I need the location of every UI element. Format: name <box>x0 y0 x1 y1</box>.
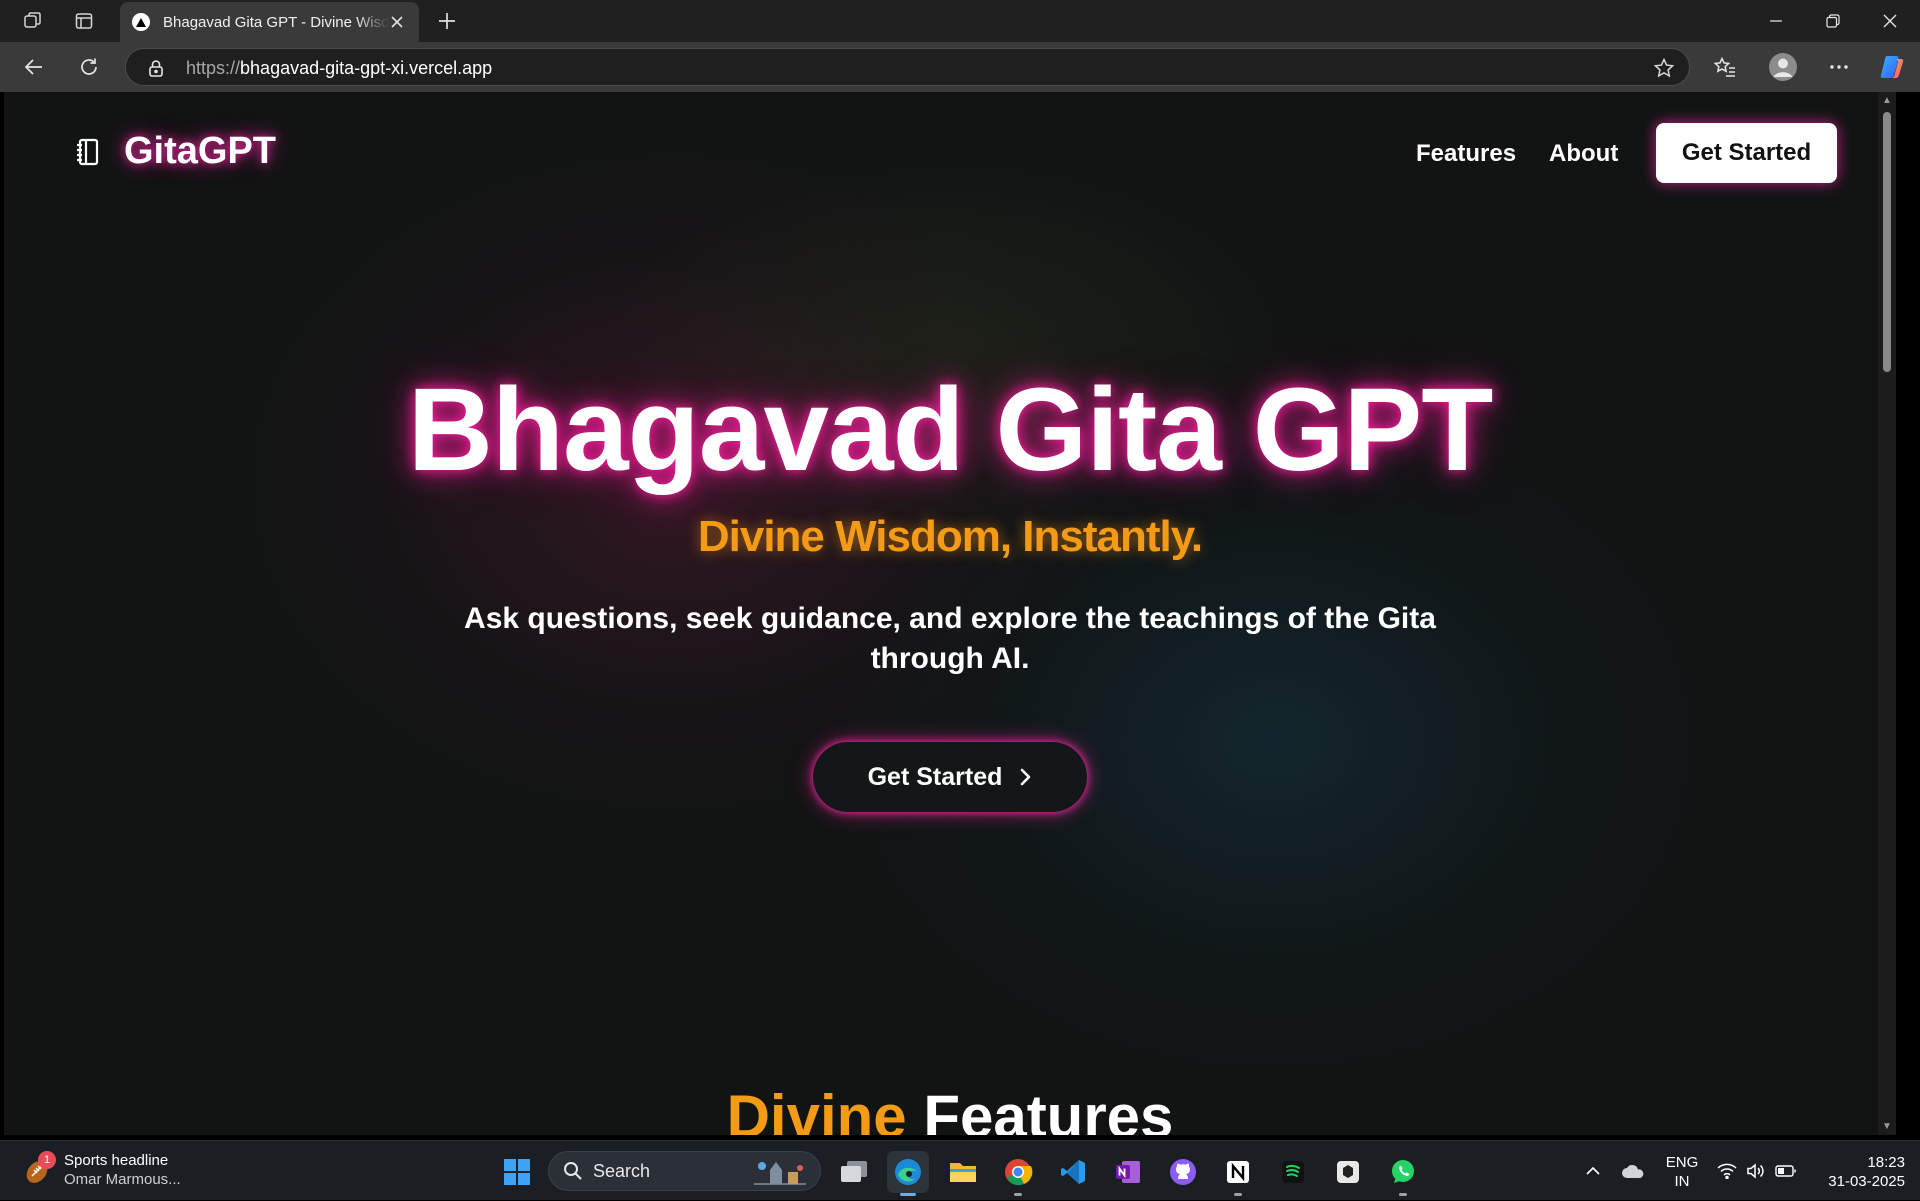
more-options-icon[interactable] <box>1821 50 1857 84</box>
favorite-star-icon[interactable] <box>1653 57 1675 79</box>
language-code: ENG <box>1665 1154 1699 1171</box>
task-view-icon[interactable] <box>833 1151 875 1193</box>
notion-icon[interactable] <box>1217 1151 1259 1196</box>
scroll-down-arrow-icon[interactable]: ▼ <box>1882 1121 1892 1132</box>
close-tab-icon[interactable] <box>387 12 407 32</box>
address-bar-row: https://bhagavad-gita-gpt-xi.vercel.app <box>0 42 1920 92</box>
url-text: https://bhagavad-gita-gpt-xi.vercel.app <box>186 58 493 78</box>
nav-link-about[interactable]: About <box>1549 140 1618 168</box>
onedrive-cloud-icon[interactable] <box>1618 1141 1648 1201</box>
show-hidden-icons-chevron-icon[interactable] <box>1580 1141 1606 1201</box>
chevron-right-icon <box>1018 767 1032 787</box>
back-arrow-icon[interactable] <box>17 50 51 84</box>
browser-tab-bar: Bhagavad Gita GPT - Divine Wisdom, Insta… <box>0 0 1920 42</box>
whatsapp-icon[interactable] <box>1382 1151 1424 1196</box>
windows-start-icon[interactable] <box>496 1151 538 1193</box>
news-headline: Sports headline <box>64 1152 169 1169</box>
volume-icon[interactable] <box>1744 1141 1768 1201</box>
clock-date: 31-03-2025 <box>1828 1173 1905 1190</box>
vertical-tabs-icon[interactable] <box>69 6 99 36</box>
news-subtext: Omar Marmous... <box>64 1171 181 1188</box>
input-language-indicator[interactable]: ENG IN <box>1664 1153 1700 1191</box>
browser-tab-active[interactable]: Bhagavad Gita GPT - Divine Wisdom, Insta… <box>120 2 419 42</box>
box-app-icon[interactable] <box>1327 1151 1369 1193</box>
copilot-icon[interactable] <box>1875 50 1911 84</box>
spotify-like-app-icon[interactable] <box>1272 1151 1314 1193</box>
news-text: Sports headline Omar Marmous... <box>64 1151 181 1189</box>
close-window-icon[interactable] <box>1862 0 1918 42</box>
hero-description: Ask questions, seek guidance, and explor… <box>464 602 1436 675</box>
scrollbar-thumb[interactable] <box>1883 112 1891 372</box>
news-widget[interactable]: 1 Sports headline Omar Marmous... <box>22 1151 181 1189</box>
new-tab-plus-icon[interactable] <box>432 6 462 36</box>
search-label: Search <box>593 1160 651 1181</box>
vscode-icon[interactable] <box>1052 1151 1094 1193</box>
vercel-favicon-icon <box>132 13 150 31</box>
brand-name: GitaGPT <box>124 130 277 172</box>
search-icon <box>564 1162 582 1180</box>
search-highlight-icon <box>754 1162 806 1185</box>
page-viewport[interactable]: GitaGPT Features About Get Started Bhaga… <box>4 92 1896 1135</box>
favorites-list-icon[interactable] <box>1707 50 1743 84</box>
file-explorer-icon[interactable] <box>942 1151 984 1193</box>
taskbar-clock[interactable]: 18:23 31-03-2025 <box>1810 1153 1905 1191</box>
minimize-icon[interactable] <box>1748 0 1804 42</box>
features-heading-accent: Divine <box>726 1083 907 1135</box>
features-section-heading: Divine Features <box>4 1082 1896 1135</box>
refresh-icon[interactable] <box>72 50 106 84</box>
features-heading-text: Features <box>923 1083 1174 1135</box>
profile-avatar-icon[interactable] <box>1765 50 1801 84</box>
site-header: GitaGPT Features About Get Started <box>4 92 1878 212</box>
clock-time: 18:23 <box>1867 1154 1905 1171</box>
nav-link-features[interactable]: Features <box>1416 140 1516 168</box>
chrome-icon[interactable] <box>997 1151 1039 1196</box>
hero-cta-label: Get Started <box>867 762 1003 791</box>
page-scrollbar[interactable]: ▲ ▼ <box>1878 92 1896 1135</box>
github-desktop-icon[interactable] <box>1162 1151 1204 1193</box>
book-icon <box>74 137 102 167</box>
windows-taskbar: 1 Sports headline Omar Marmous... Search <box>0 1140 1920 1200</box>
hero-title: Bhagavad Gita GPT <box>407 364 1494 496</box>
header-get-started-button[interactable]: Get Started <box>1656 123 1837 183</box>
edge-browser-icon[interactable] <box>887 1151 929 1196</box>
news-badge: 1 <box>38 1151 56 1169</box>
hero-subtitle: Divine Wisdom, Instantly. <box>697 512 1203 561</box>
lock-icon[interactable] <box>148 59 164 77</box>
wifi-icon[interactable] <box>1715 1141 1739 1201</box>
taskbar-search[interactable]: Search <box>548 1151 821 1191</box>
hero-get-started-button[interactable]: Get Started <box>813 742 1087 812</box>
battery-icon[interactable] <box>1773 1141 1799 1201</box>
brand-logo[interactable]: GitaGPT <box>74 130 276 173</box>
tab-title: Bhagavad Gita GPT - Divine Wisdom, Insta… <box>163 13 389 31</box>
scroll-up-arrow-icon[interactable]: ▲ <box>1882 95 1892 106</box>
football-icon: 1 <box>22 1151 56 1185</box>
region-code: IN <box>1674 1173 1690 1190</box>
restore-icon[interactable] <box>1805 0 1861 42</box>
url-field[interactable]: https://bhagavad-gita-gpt-xi.vercel.app <box>125 48 1690 86</box>
workspaces-icon[interactable] <box>18 6 48 36</box>
onenote-icon[interactable] <box>1107 1151 1149 1193</box>
